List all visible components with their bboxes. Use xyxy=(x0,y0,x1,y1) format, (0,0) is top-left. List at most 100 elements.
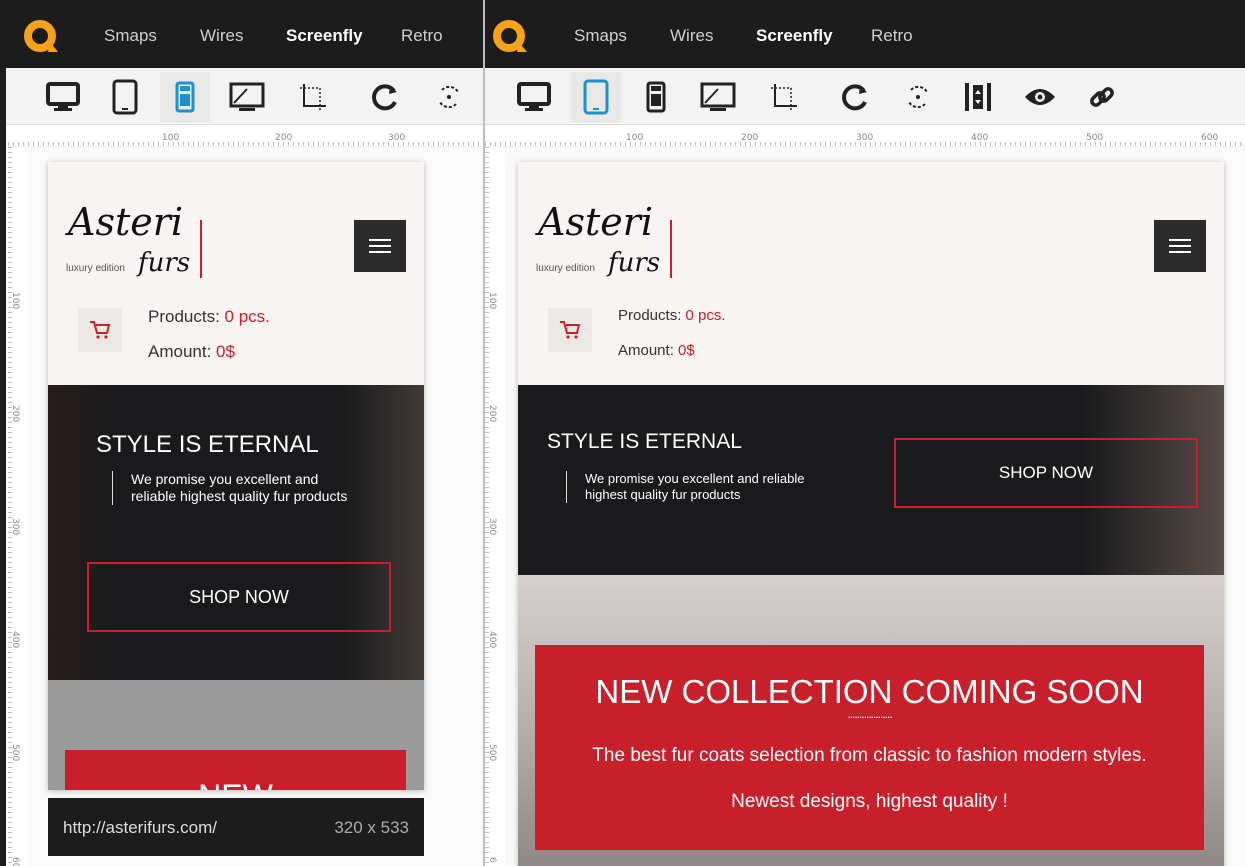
ruler-top: 100 200 300 400 500 600 xyxy=(485,125,1245,147)
hero-title: STYLE IS ETERNAL xyxy=(96,431,319,458)
device-toolbar xyxy=(0,68,483,125)
hero-banner: STYLE IS ETERNAL We promise you excellen… xyxy=(518,385,1224,575)
cart-products: Products: 0 pcs. xyxy=(618,307,726,324)
cart-amount: Amount: 0$ xyxy=(148,342,235,362)
ruler-label: 400 xyxy=(10,631,20,649)
ruler-label: 100 xyxy=(162,133,180,143)
hero-title: STYLE IS ETERNAL xyxy=(547,430,742,453)
preview-canvas: 100 200 300 400 500 600 100 200 300 400 … xyxy=(485,125,1245,866)
ruler-label: 600 xyxy=(1201,133,1219,143)
site-logo[interactable]: Asteri luxury edition furs xyxy=(532,200,692,300)
top-nav: Smaps Wires Screenfly Retro xyxy=(0,0,483,68)
device-url[interactable]: http://asterifurs.com/ xyxy=(63,818,217,838)
hero-background xyxy=(48,385,424,680)
rotate-icon[interactable] xyxy=(424,72,474,122)
site-logo[interactable]: Asteri luxury edition furs xyxy=(62,200,222,300)
nav-wires[interactable]: Wires xyxy=(200,26,243,46)
hamburger-menu-button[interactable] xyxy=(354,220,406,272)
desktop-icon[interactable] xyxy=(509,72,559,122)
brand-script: Asteri xyxy=(538,200,654,244)
refresh-icon[interactable] xyxy=(360,72,410,122)
nav-smaps[interactable]: Smaps xyxy=(574,26,627,46)
tablet-device-frame: Asteri luxury edition furs Products: 0 p… xyxy=(518,162,1224,866)
ruler-label: 6 xyxy=(487,857,497,863)
brand-accent-bar xyxy=(670,220,672,278)
brand-script-furs: furs xyxy=(608,248,661,278)
device-info-bar: http://asterifurs.com/ 320 x 533 xyxy=(48,798,424,856)
scroll-icon[interactable] xyxy=(953,72,1003,122)
new-collection-title: NEW xyxy=(198,778,273,790)
mobile-icon[interactable] xyxy=(160,72,210,122)
tablet-icon[interactable] xyxy=(100,72,150,122)
amount-value: 0$ xyxy=(216,342,235,361)
cart-icon[interactable] xyxy=(78,308,122,352)
collection-tagline: Newest designs, highest quality ! xyxy=(731,791,1008,812)
ruler-label: 200 xyxy=(10,405,20,423)
ruler-label: 500 xyxy=(10,744,20,762)
mobile-device-frame: Asteri luxury edition furs Products: 0 p… xyxy=(48,162,424,790)
shop-now-button[interactable]: SHOP NOW xyxy=(87,562,391,632)
ruler-label: 500 xyxy=(1086,133,1104,143)
ruler-label: 100 xyxy=(10,292,20,310)
mobile-icon[interactable] xyxy=(631,72,681,122)
cart-amount: Amount: 0$ xyxy=(618,342,695,359)
products-label: Products: xyxy=(618,307,682,324)
nav-smaps[interactable]: Smaps xyxy=(104,26,157,46)
hero-banner: STYLE IS ETERNAL We promise you excellen… xyxy=(48,385,424,680)
ruler-label: 300 xyxy=(487,518,497,536)
products-value: 0 pcs. xyxy=(685,307,726,324)
preview-canvas: 100 200 300 100 200 300 400 500 60 Aster… xyxy=(0,125,483,866)
ruler-left: 100 200 300 400 500 6 xyxy=(485,147,505,866)
quirktools-logo-icon[interactable] xyxy=(24,20,60,54)
screenfly-pane-left: Smaps Wires Screenfly Retro 100 200 300 … xyxy=(0,0,483,866)
quirktools-logo-icon[interactable] xyxy=(493,20,529,54)
brand-script: Asteri xyxy=(68,200,184,244)
amount-label: Amount: xyxy=(618,342,674,359)
television-icon[interactable] xyxy=(693,72,743,122)
ruler-top: 100 200 300 xyxy=(8,125,483,147)
nav-wires[interactable]: Wires xyxy=(670,26,713,46)
refresh-icon[interactable] xyxy=(830,72,880,122)
ruler-label: 100 xyxy=(487,292,497,310)
custom-size-icon[interactable] xyxy=(288,72,338,122)
nav-screenfly[interactable]: Screenfly xyxy=(756,26,833,46)
brand-subtitle: luxury edition xyxy=(66,263,125,274)
rotate-icon[interactable] xyxy=(893,72,943,122)
nav-retro[interactable]: Retro xyxy=(401,26,443,46)
ruler-label: 200 xyxy=(741,133,759,143)
title-divider-dots: ................... xyxy=(847,707,892,721)
brand-script-furs: furs xyxy=(138,248,191,278)
tablet-icon[interactable] xyxy=(571,72,621,122)
screenfly-pane-right: Smaps Wires Screenfly Retro 100 200 300 … xyxy=(483,0,1245,866)
custom-size-icon[interactable] xyxy=(759,72,809,122)
products-label: Products: xyxy=(148,307,220,326)
brand-subtitle: luxury edition xyxy=(536,263,595,274)
device-size: 320 x 533 xyxy=(334,818,409,837)
link-icon[interactable] xyxy=(1077,72,1127,122)
top-nav: Smaps Wires Screenfly Retro xyxy=(485,0,1245,68)
amount-value: 0$ xyxy=(678,342,695,359)
hamburger-menu-button[interactable] xyxy=(1154,220,1206,272)
amount-label: Amount: xyxy=(148,342,212,361)
cart-icon[interactable] xyxy=(548,308,592,352)
nav-retro[interactable]: Retro xyxy=(871,26,913,46)
ruler-label: 400 xyxy=(971,133,989,143)
new-collection-banner: NEW COLLECTION COMING SOON .............… xyxy=(535,645,1204,850)
nav-screenfly[interactable]: Screenfly xyxy=(286,26,363,46)
new-collection-title: NEW COLLECTION COMING SOON xyxy=(595,673,1144,710)
ruler-label: 200 xyxy=(275,133,293,143)
ruler-label: 100 xyxy=(626,133,644,143)
brand-accent-bar xyxy=(200,220,202,278)
cart-products: Products: 0 pcs. xyxy=(148,307,270,327)
ruler-label: 400 xyxy=(487,631,497,649)
collection-description: The best fur coats selection from classi… xyxy=(592,745,1147,766)
ruler-label: 500 xyxy=(487,744,497,762)
television-icon[interactable] xyxy=(222,72,272,122)
hero-quote: We promise you excellent and reliable hi… xyxy=(112,471,352,505)
shop-now-button[interactable]: SHOP NOW xyxy=(894,438,1198,508)
ruler-label: 300 xyxy=(856,133,874,143)
ruler-label: 60 xyxy=(10,857,20,866)
desktop-icon[interactable] xyxy=(38,72,88,122)
ruler-label: 300 xyxy=(10,518,20,536)
eye-icon[interactable] xyxy=(1015,72,1065,122)
